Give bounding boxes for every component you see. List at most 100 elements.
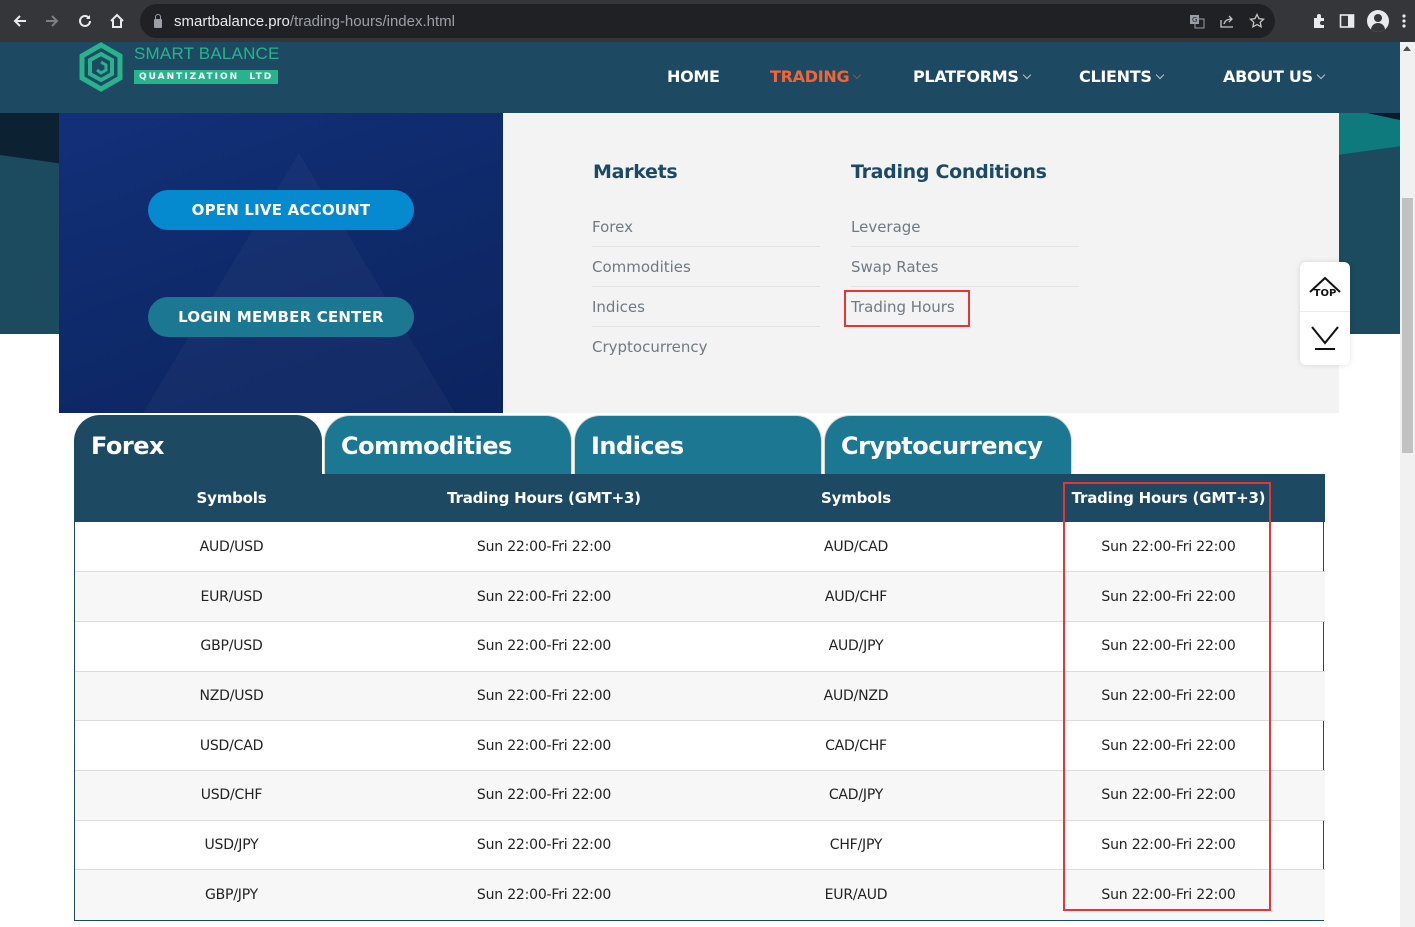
trading-hours-cell: Sun 22:00-Fri 22:00 <box>388 819 700 870</box>
more-menu-icon[interactable] <box>1401 13 1407 29</box>
symbol-cell: AUD/USD <box>199 538 264 555</box>
chevron-down-icon <box>1022 70 1031 79</box>
menu-link-swap-rates[interactable]: Swap Rates <box>851 247 1079 287</box>
symbol-cell: EUR/USD <box>75 571 388 622</box>
table-row: USD/CHF Sun 22:00-Fri 22:00 CAD/JPY Sun 22:… <box>75 769 1325 821</box>
chevron-down-icon <box>1316 70 1326 79</box>
trading-hours-cell: Sun 22:00-Fri 22:00 <box>1101 538 1236 555</box>
main-navigation: HOME TRADING PLATFORMS CLIENTS ABOUT US <box>0 67 1400 91</box>
nav-item-about-us[interactable]: ABOUT US <box>1223 67 1326 86</box>
symbol-cell: USD/CAD <box>75 720 388 771</box>
tab-commodities[interactable]: Commodities <box>324 415 572 475</box>
table-row: USD/CAD Sun 22:00-Fri 22:00 CAD/CHF Sun 22:… <box>75 720 1325 771</box>
scroll-widget: TOP <box>1300 262 1350 365</box>
menu-link-indices[interactable]: Indices <box>592 287 820 327</box>
tab-indices[interactable]: Indices <box>574 415 822 475</box>
back-to-top-button[interactable]: TOP <box>1300 262 1350 312</box>
nav-item-clients[interactable]: CLIENTS <box>1079 67 1164 86</box>
browser-toolbar: smartbalance.pro/trading-hours/index.htm… <box>0 0 1415 42</box>
menu-link-cryptocurrency[interactable]: Cryptocurrency <box>592 327 820 367</box>
profile-avatar-icon[interactable] <box>1367 10 1389 32</box>
scroll-to-bottom-button[interactable] <box>1300 313 1350 365</box>
url-host: smartbalance.pro <box>174 12 290 30</box>
symbol-cell: AUD/NZD <box>700 670 1012 721</box>
column-header: Trading Hours (GMT+3) <box>388 474 700 522</box>
back-button[interactable] <box>4 5 36 37</box>
chevron-down-bar-icon <box>1311 326 1339 350</box>
url-path: /trading-hours/index.html <box>289 12 455 30</box>
arrow-right-icon <box>46 15 59 27</box>
menu-link-forex[interactable]: Forex <box>592 207 820 247</box>
bookmark-star-icon[interactable] <box>1249 13 1265 29</box>
trading-hours-cell: Sun 22:00-Fri 22:00 <box>388 869 700 920</box>
site-header: SMART BALANCE QUANTIZATION LTD HOME TRAD… <box>0 42 1400 113</box>
table-row: NZD/USD Sun 22:00-Fri 22:00 AUD/NZD Sun 22:… <box>75 670 1325 721</box>
symbol-cell: CAD/CHF <box>700 720 1012 771</box>
address-bar[interactable]: smartbalance.pro/trading-hours/index.htm… <box>140 4 1275 38</box>
symbol-cell: AUD/CAD <box>823 538 889 555</box>
symbol-cell: GBP/JPY <box>75 869 388 920</box>
symbol-cell: AUD/JPY <box>700 620 1012 672</box>
open-live-account-button[interactable]: OPEN LIVE ACCOUNT <box>148 190 414 230</box>
trading-hours-cell: Sun 22:00-Fri 22:00 <box>1012 620 1325 672</box>
tab-cryptocurrency[interactable]: Cryptocurrency <box>824 415 1072 475</box>
scrollbar-thumb[interactable] <box>1402 198 1413 453</box>
trading-conditions-heading: Trading Conditions <box>851 161 1047 183</box>
menu-link-trading-hours[interactable]: Trading Hours <box>851 287 1079 327</box>
nav-item-trading[interactable]: TRADING <box>770 67 862 86</box>
nav-label: CLIENTS <box>1079 67 1152 86</box>
column-header: Symbols <box>75 474 388 522</box>
forward-button[interactable] <box>36 5 68 37</box>
table-row: GBP/JPY Sun 22:00-Fri 22:00 EUR/AUD Sun 22:… <box>75 869 1325 920</box>
side-panel-icon[interactable] <box>1339 13 1355 29</box>
table-row: USD/JPY Sun 22:00-Fri 22:00 CHF/JPY Sun 22:… <box>75 819 1325 870</box>
nav-label: HOME <box>667 67 720 86</box>
table-header-row: Symbols Trading Hours (GMT+3) Symbols Tr… <box>75 474 1325 522</box>
symbol-cell: CHF/JPY <box>700 819 1012 870</box>
arrow-left-icon <box>13 15 26 27</box>
column-header: Trading Hours (GMT+3) <box>1012 474 1325 522</box>
table-row: EUR/USD Sun 22:00-Fri 22:00 AUD/CHF Sun 22:… <box>75 571 1325 622</box>
reload-icon <box>79 14 91 27</box>
tab-forex[interactable]: Forex <box>74 415 322 475</box>
trading-hours-cell: Sun 22:00-Fri 22:00 <box>1012 670 1325 721</box>
table-row: AUD/USD Sun 22:00-Fri 22:00 AUD/CAD Sun 22:… <box>75 522 1325 572</box>
symbol-cell: USD/CHF <box>75 769 388 821</box>
symbol-cell: USD/JPY <box>75 819 388 870</box>
chevron-down-icon <box>1155 70 1164 79</box>
nav-item-home[interactable]: HOME <box>667 67 720 86</box>
nav-label: ABOUT US <box>1223 67 1313 86</box>
trading-hours-cell: Sun 22:00-Fri 22:00 <box>1012 571 1325 622</box>
trading-hours-cell: Sun 22:00-Fri 22:00 <box>1012 769 1325 821</box>
scroll-up-arrow-icon[interactable] <box>1403 46 1411 51</box>
symbol-cell: EUR/AUD <box>700 869 1012 920</box>
trading-mega-menu: OPEN LIVE ACCOUNT LOGIN MEMBER CENTER Ma… <box>59 113 1339 413</box>
reload-button[interactable] <box>69 5 101 37</box>
trading-hours-cell: Sun 22:00-Fri 22:00 <box>388 720 700 771</box>
share-icon[interactable] <box>1219 13 1235 29</box>
menu-link-leverage[interactable]: Leverage <box>851 207 1079 247</box>
trading-hours-cell: Sun 22:00-Fri 22:00 <box>388 571 700 622</box>
page-viewport: SMART BALANCE QUANTIZATION LTD HOME TRAD… <box>0 42 1400 927</box>
table-row: GBP/USD Sun 22:00-Fri 22:00 AUD/JPY Sun 22:… <box>75 620 1325 672</box>
home-button[interactable] <box>101 5 133 37</box>
menu-link-commodities[interactable]: Commodities <box>592 247 820 287</box>
table-body: AUD/USD Sun 22:00-Fri 22:00 AUD/CAD Sun 22:… <box>75 522 1325 920</box>
logo-title: SMART BALANCE <box>134 44 280 63</box>
chevron-down-icon <box>853 70 862 79</box>
lock-icon <box>154 13 162 28</box>
svg-text:G: G <box>1192 16 1197 24</box>
nav-item-platforms[interactable]: PLATFORMS <box>913 67 1031 86</box>
trading-hours-cell: Sun 22:00-Fri 22:00 <box>1012 819 1325 870</box>
nav-label: PLATFORMS <box>913 67 1019 86</box>
nav-label: TRADING <box>770 67 850 86</box>
home-icon <box>110 13 124 28</box>
url-text: smartbalance.pro/trading-hours/index.htm… <box>174 13 455 30</box>
column-header: Symbols <box>700 474 1012 522</box>
extensions-puzzle-icon[interactable] <box>1311 13 1327 29</box>
page-scrollbar[interactable] <box>1400 42 1415 927</box>
trading-hours-cell: Sun 22:00-Fri 22:00 <box>476 538 612 555</box>
login-member-center-button[interactable]: LOGIN MEMBER CENTER <box>148 297 414 337</box>
translate-icon[interactable]: G <box>1189 13 1205 29</box>
symbol-cell: AUD/CHF <box>700 571 1012 622</box>
